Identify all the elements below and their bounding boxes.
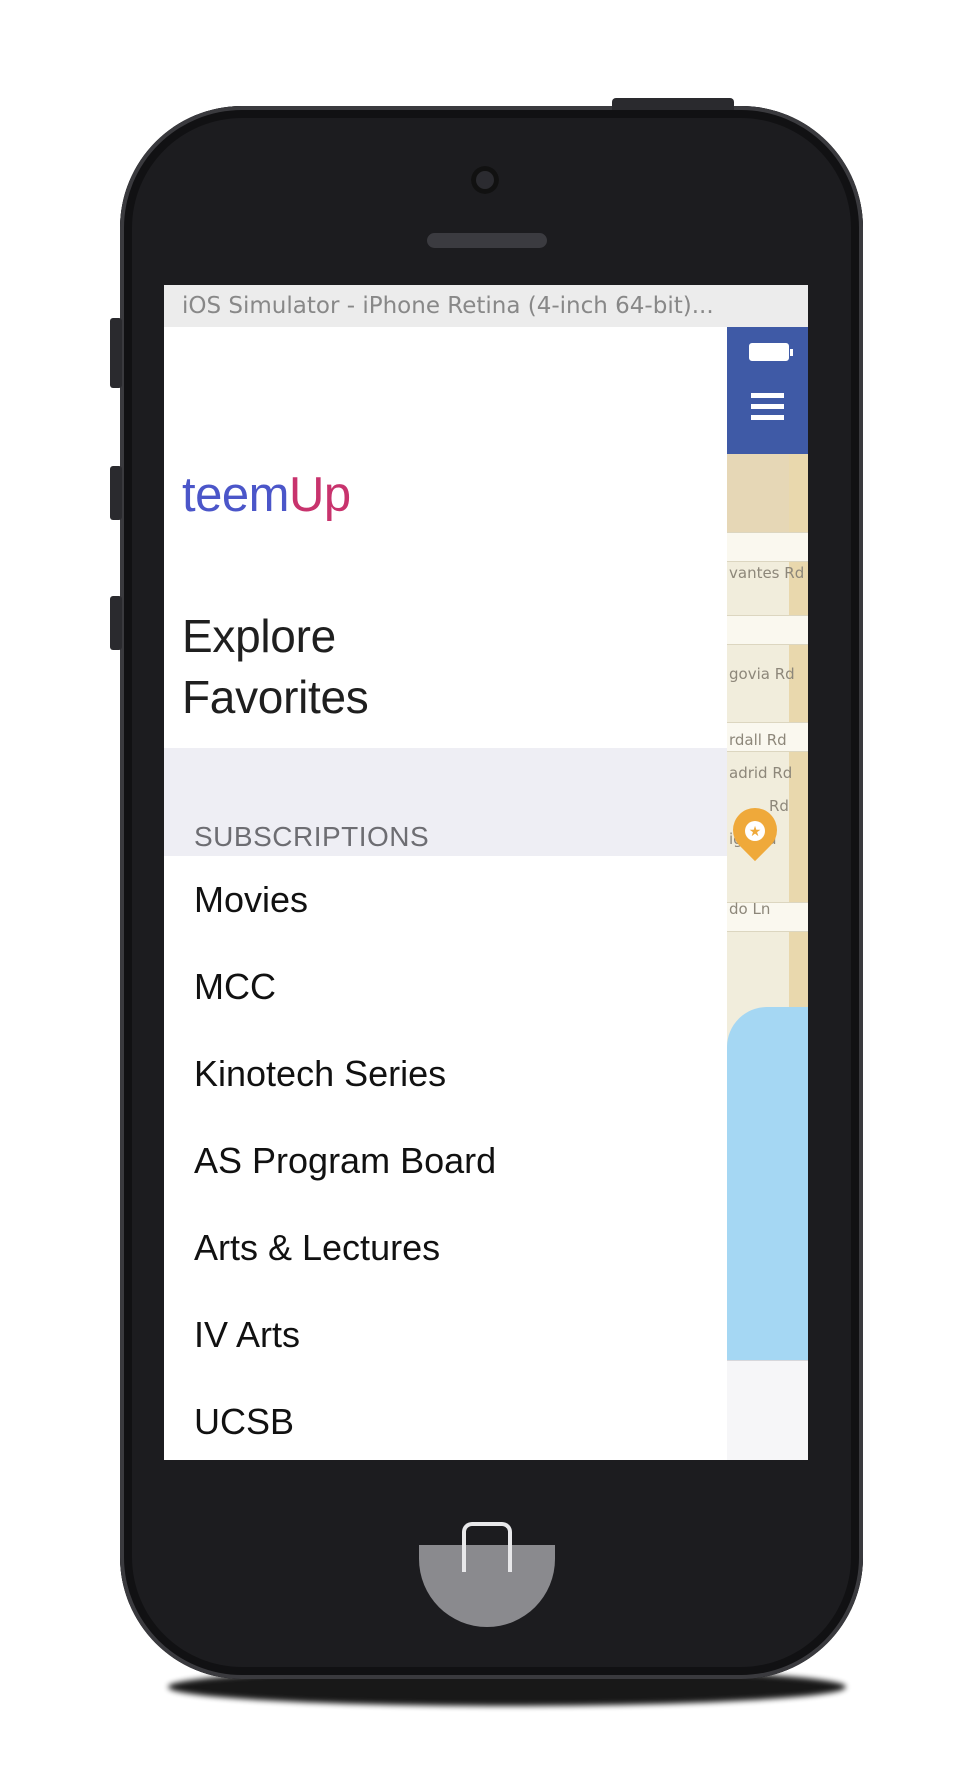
map-street-label: govia Rd: [729, 665, 795, 683]
subscription-item-iv-arts[interactable]: IV Arts: [194, 1314, 300, 1356]
simulator-title-bar: iOS Simulator - iPhone Retina (4-inch 64…: [164, 285, 808, 327]
subscription-item-as-program-board[interactable]: AS Program Board: [194, 1140, 496, 1182]
map-road: [727, 532, 808, 562]
menu-item-explore[interactable]: Explore: [182, 609, 336, 663]
mute-switch: [110, 318, 122, 388]
star-icon: ★: [745, 821, 765, 841]
app-logo: teemUp: [182, 467, 351, 523]
map-street-label: Rd: [769, 797, 789, 815]
battery-icon: [749, 343, 793, 361]
subscription-item-arts-lectures[interactable]: Arts & Lectures: [194, 1227, 440, 1269]
subscription-item-movies[interactable]: Movies: [194, 879, 308, 921]
map-street-label: adrid Rd: [729, 764, 793, 782]
menu-item-favorites[interactable]: Favorites: [182, 670, 369, 724]
subscriptions-section-header: SUBSCRIPTIONS: [164, 748, 727, 856]
home-square-icon: [462, 1522, 512, 1572]
tab-bar: [727, 1360, 808, 1460]
volume-up-button: [110, 466, 122, 520]
subscription-item-kinotech-series[interactable]: Kinotech Series: [194, 1053, 446, 1095]
map-street-label: do Ln: [729, 900, 771, 918]
map-view[interactable]: vantes Rd govia Rd rdall Rd adrid Rd Rd …: [727, 327, 808, 1460]
subscription-item-ucsb[interactable]: UCSB: [194, 1401, 294, 1443]
logo-text-teem: teem: [182, 468, 289, 522]
map-street-label: rdall Rd: [729, 731, 787, 749]
map-street-label: vantes Rd: [729, 564, 805, 582]
map-water: [727, 1007, 808, 1360]
earpiece-speaker: [427, 233, 547, 248]
map-road: [727, 615, 808, 645]
logo-text-up: Up: [288, 468, 351, 522]
navigation-bar: [727, 327, 808, 454]
section-title: SUBSCRIPTIONS: [194, 821, 430, 852]
volume-down-button: [110, 596, 122, 650]
app-screen: vantes Rd govia Rd rdall Rd adrid Rd Rd …: [164, 327, 808, 1460]
hamburger-menu-icon[interactable]: [751, 393, 784, 421]
side-drawer: teemUp Explore Favorites SUBSCRIPTIONS M…: [164, 327, 727, 1460]
sleep-button: [612, 98, 734, 110]
subscription-item-mcc[interactable]: MCC: [194, 966, 276, 1008]
front-camera: [471, 166, 499, 194]
